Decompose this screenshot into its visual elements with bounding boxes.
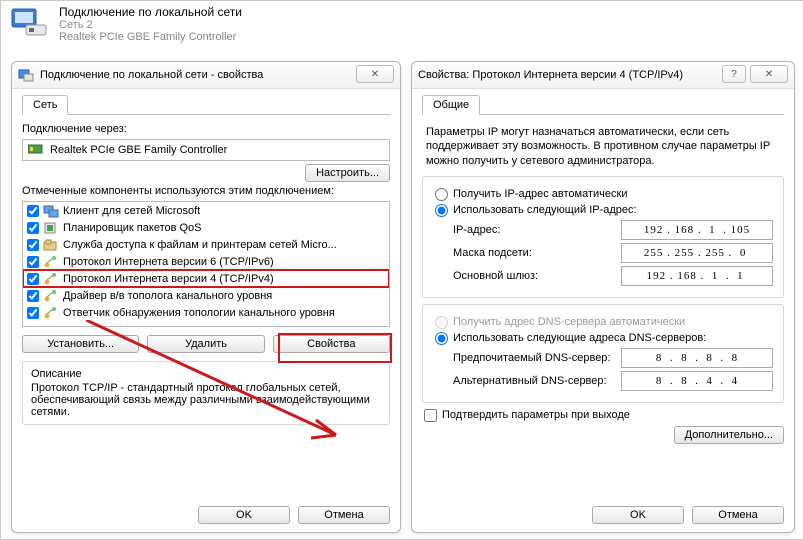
- close-button[interactable]: ✕: [356, 65, 394, 83]
- gateway-label: Основной шлюз:: [453, 270, 621, 282]
- adapter-field: Realtek PCIe GBE Family Controller: [22, 139, 390, 161]
- intro-text: Параметры IP могут назначаться автоматич…: [422, 123, 784, 176]
- validate-on-exit-checkbox[interactable]: [424, 409, 437, 422]
- description-group: Описание Протокол TCP/IP - стандартный п…: [22, 361, 390, 425]
- fileshare-icon: [43, 238, 59, 252]
- protocol-icon: [43, 255, 59, 269]
- qos-icon: [43, 221, 59, 235]
- ip-address-field[interactable]: 192 . 168 . 1 . 105: [621, 220, 773, 240]
- item-label: Служба доступа к файлам и принтерам сете…: [63, 239, 337, 251]
- item-label: Драйвер в/в тополога канального уровня: [63, 290, 272, 302]
- radio-manual-dns[interactable]: [435, 332, 448, 345]
- radio-auto-dns: [435, 316, 448, 329]
- network-adapter-icon: [9, 6, 51, 42]
- dns1-field[interactable]: 8 . 8 . 8 . 8: [621, 348, 773, 368]
- subnet-mask-label: Маска подсети:: [453, 247, 621, 259]
- dns2-field[interactable]: 8 . 8 . 4 . 4: [621, 371, 773, 391]
- item-label: Протокол Интернета версии 4 (TCP/IPv4): [63, 273, 274, 285]
- header-title: Подключение по локальной сети: [59, 5, 242, 19]
- ipv4-properties-window: Свойства: Протокол Интернета версии 4 (T…: [411, 61, 795, 533]
- cancel-button[interactable]: Отмена: [692, 506, 784, 524]
- item-label: Планировщик пакетов QoS: [63, 222, 202, 234]
- ip-settings-group: Получить IP-адрес автоматически Использо…: [422, 176, 784, 298]
- help-button[interactable]: ?: [722, 65, 746, 83]
- item-checkbox[interactable]: [27, 205, 39, 217]
- tab-general[interactable]: Общие: [422, 95, 480, 115]
- list-item[interactable]: Клиент для сетей Microsoft: [23, 202, 389, 219]
- remove-button[interactable]: Удалить: [147, 335, 264, 353]
- window-title: Подключение по локальной сети - свойства: [40, 69, 263, 81]
- components-listbox[interactable]: Клиент для сетей Microsoft Планировщик п…: [22, 201, 390, 327]
- properties-button[interactable]: Свойства: [273, 335, 390, 353]
- dns1-label: Предпочитаемый DNS-сервер:: [453, 352, 621, 364]
- validate-on-exit-label: Подтвердить параметры при выходе: [442, 409, 630, 421]
- ip-address-label: IP-адрес:: [453, 224, 621, 236]
- ipv4-properties-titlebar[interactable]: Свойства: Протокол Интернета версии 4 (T…: [412, 62, 794, 89]
- item-checkbox[interactable]: [27, 222, 39, 234]
- radio-auto-dns-label: Получить адрес DNS-сервера автоматически: [453, 316, 685, 328]
- components-label: Отмеченные компоненты используются этим …: [22, 185, 390, 197]
- protocol-icon: [43, 306, 59, 320]
- tab-network[interactable]: Сеть: [22, 95, 68, 115]
- item-checkbox[interactable]: [27, 290, 39, 302]
- install-button[interactable]: Установить...: [22, 335, 139, 353]
- dns2-label: Альтернативный DNS-сервер:: [453, 375, 621, 387]
- item-checkbox[interactable]: [27, 273, 39, 285]
- radio-manual-dns-label: Использовать следующие адреса DNS-сервер…: [453, 332, 706, 344]
- nic-icon: [28, 143, 44, 157]
- radio-auto-ip-label: Получить IP-адрес автоматически: [453, 188, 627, 200]
- subnet-mask-field[interactable]: 255 . 255 . 255 . 0: [621, 243, 773, 263]
- item-label: Ответчик обнаружения топологии канальног…: [63, 307, 335, 319]
- adapter-name: Realtek PCIe GBE Family Controller: [50, 144, 227, 156]
- item-checkbox[interactable]: [27, 256, 39, 268]
- window-title: Свойства: Протокол Интернета версии 4 (T…: [418, 69, 683, 81]
- client-icon: [43, 204, 59, 218]
- radio-auto-ip[interactable]: [435, 188, 448, 201]
- network-icon: [18, 67, 34, 83]
- list-item[interactable]: Ответчик обнаружения топологии канальног…: [23, 304, 389, 321]
- header-network-name: Сеть 2: [59, 19, 242, 31]
- protocol-icon: [43, 289, 59, 303]
- item-checkbox[interactable]: [27, 239, 39, 251]
- item-label: Клиент для сетей Microsoft: [63, 205, 200, 217]
- protocol-icon: [43, 272, 59, 286]
- list-item[interactable]: Планировщик пакетов QoS: [23, 219, 389, 236]
- header-adapter-name: Realtek PCIe GBE Family Controller: [59, 31, 242, 43]
- radio-manual-ip[interactable]: [435, 204, 448, 217]
- adapter-properties-window: Подключение по локальной сети - свойства…: [11, 61, 401, 533]
- connection-header: Подключение по локальной сети Сеть 2 Rea…: [1, 1, 803, 47]
- description-text: Протокол TCP/IP - стандартный протокол г…: [31, 382, 381, 418]
- connect-through-label: Подключение через:: [22, 123, 390, 135]
- item-checkbox[interactable]: [27, 307, 39, 319]
- radio-manual-ip-label: Использовать следующий IP-адрес:: [453, 204, 637, 216]
- item-label: Протокол Интернета версии 6 (TCP/IPv6): [63, 256, 274, 268]
- description-title: Описание: [31, 368, 381, 380]
- advanced-button[interactable]: Дополнительно...: [674, 426, 784, 444]
- ok-button[interactable]: OK: [198, 506, 290, 524]
- list-item[interactable]: Протокол Интернета версии 6 (TCP/IPv6): [23, 253, 389, 270]
- configure-button[interactable]: Настроить...: [305, 164, 390, 182]
- ok-button[interactable]: OK: [592, 506, 684, 524]
- list-item[interactable]: Служба доступа к файлам и принтерам сете…: [23, 236, 389, 253]
- dns-settings-group: Получить адрес DNS-сервера автоматически…: [422, 304, 784, 403]
- list-item-tcpip4[interactable]: Протокол Интернета версии 4 (TCP/IPv4): [23, 270, 389, 287]
- close-button[interactable]: ✕: [750, 65, 788, 83]
- adapter-properties-titlebar[interactable]: Подключение по локальной сети - свойства…: [12, 62, 400, 89]
- list-item[interactable]: Драйвер в/в тополога канального уровня: [23, 287, 389, 304]
- cancel-button[interactable]: Отмена: [298, 506, 390, 524]
- gateway-field[interactable]: 192 . 168 . 1 . 1: [621, 266, 773, 286]
